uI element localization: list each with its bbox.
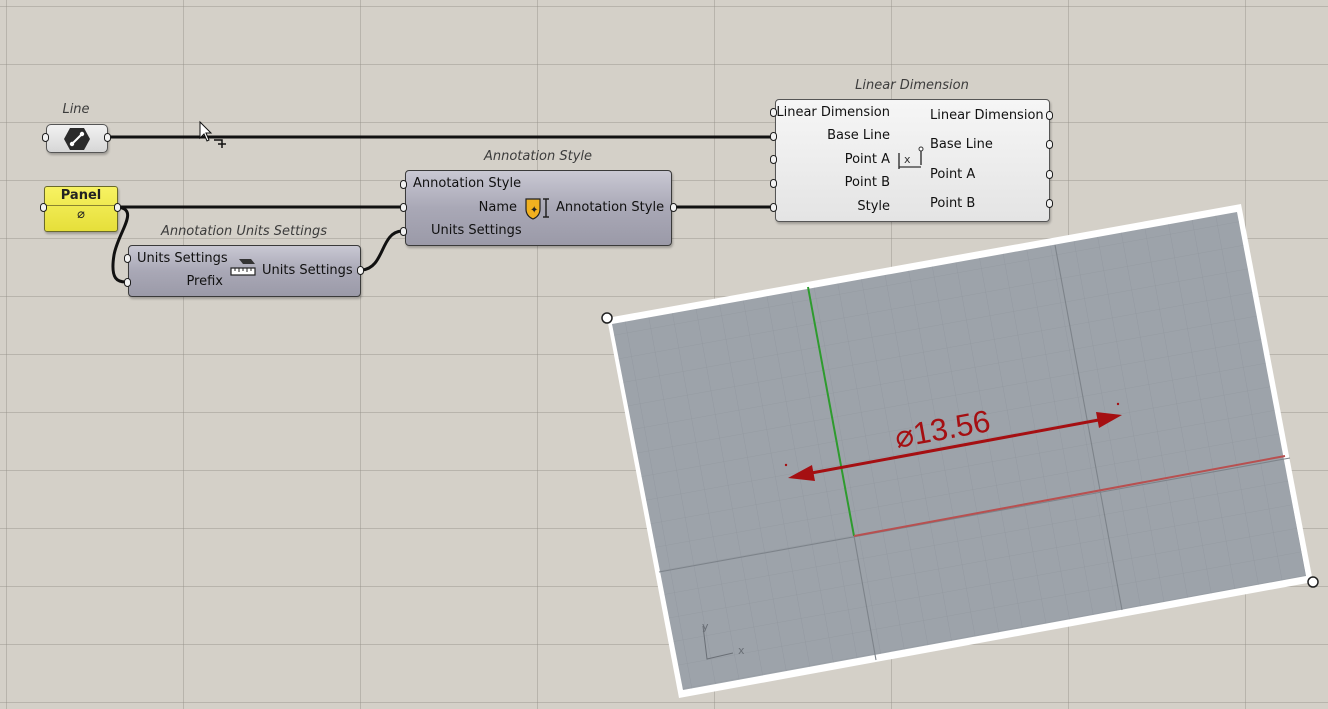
viewport-preview: ⌀13.56 y x [601,204,1319,698]
viewport-corner-handle-top-left[interactable] [601,312,613,324]
axis-y-label: y [702,620,709,633]
viewport-grid [612,212,1306,690]
axis-x-label: x [738,644,745,657]
viewport-corner-handle-bottom-right[interactable] [1307,576,1319,588]
